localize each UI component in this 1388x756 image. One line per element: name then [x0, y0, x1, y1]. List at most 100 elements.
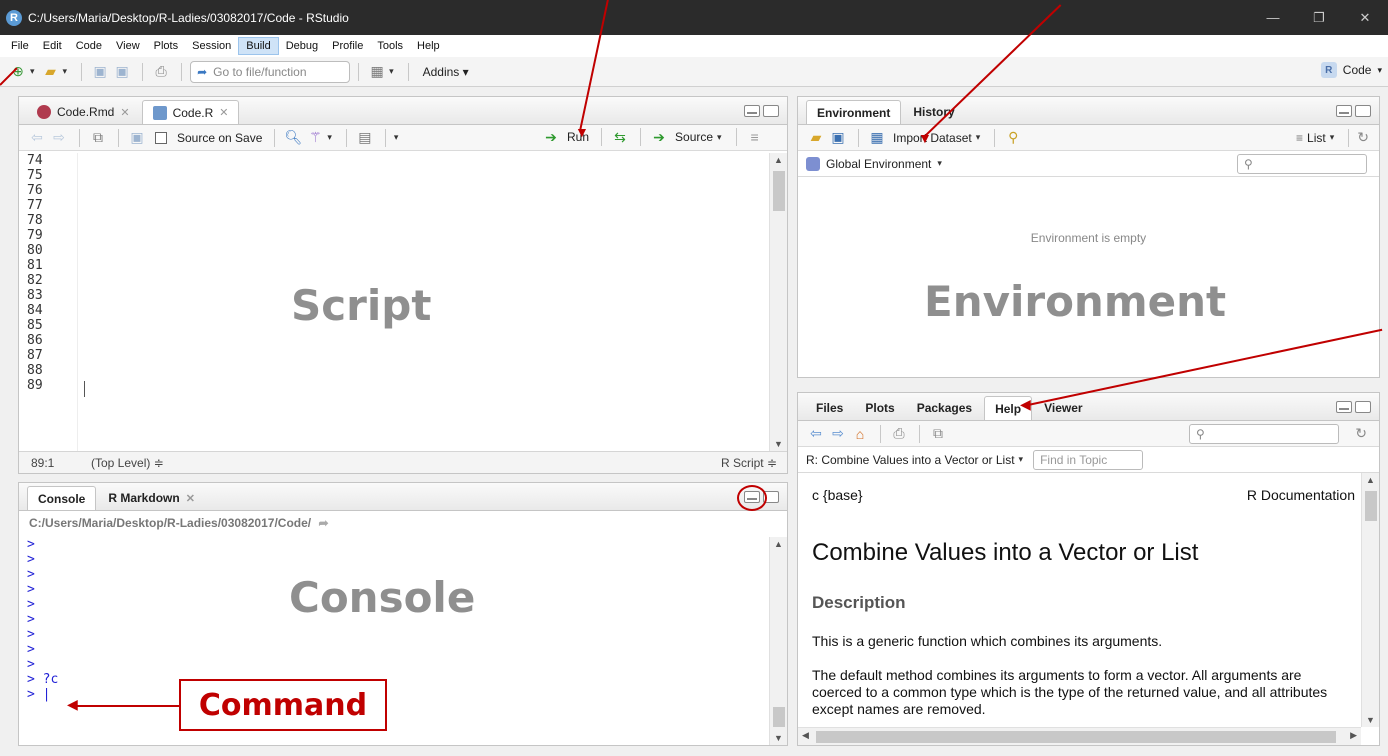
- scroll-left-icon[interactable]: ◀: [802, 730, 809, 741]
- chevron-down-icon[interactable]: ▾: [717, 132, 722, 143]
- close-icon[interactable]: ✕: [1342, 0, 1388, 35]
- scroll-up-icon[interactable]: ▲: [774, 155, 783, 165]
- environment-search-input[interactable]: ⚲: [1237, 153, 1367, 174]
- tab-code-r[interactable]: Code.R ✕: [141, 100, 240, 124]
- chevron-down-icon[interactable]: ▾: [937, 158, 942, 169]
- menu-help[interactable]: Help: [410, 38, 447, 54]
- chevron-down-icon[interactable]: ▾: [63, 66, 68, 77]
- goto-file-input[interactable]: ➦ Go to file/function: [190, 60, 351, 83]
- chevron-down-icon[interactable]: ▾: [389, 66, 394, 77]
- minimize-pane-icon[interactable]: [1336, 401, 1352, 413]
- menu-debug[interactable]: Debug: [279, 38, 325, 54]
- save-icon[interactable]: ▣: [127, 129, 147, 147]
- refresh-icon[interactable]: ↻: [1357, 129, 1369, 146]
- source-on-save-checkbox[interactable]: [155, 131, 167, 144]
- tab-viewer[interactable]: Viewer: [1034, 396, 1092, 420]
- scrollbar-thumb[interactable]: [1365, 491, 1377, 521]
- print-icon[interactable]: ⎙: [889, 425, 909, 443]
- scroll-right-icon[interactable]: ▶: [1350, 730, 1357, 741]
- scroll-down-icon[interactable]: ▼: [774, 439, 783, 449]
- chevron-down-icon[interactable]: ▾: [327, 132, 332, 143]
- maximize-pane-icon[interactable]: [763, 105, 779, 117]
- help-scrollbar[interactable]: ▲ ▼: [1361, 473, 1379, 727]
- save-workspace-icon[interactable]: ▣: [828, 129, 848, 147]
- maximize-pane-icon[interactable]: [1355, 105, 1371, 117]
- save-all-icon[interactable]: ▣: [112, 63, 132, 81]
- tab-console[interactable]: Console: [27, 486, 97, 510]
- clear-broom-icon[interactable]: ⚲: [1003, 129, 1023, 147]
- menu-edit[interactable]: Edit: [36, 38, 69, 54]
- back-icon[interactable]: ⇦: [806, 425, 826, 443]
- compile-report-icon[interactable]: ▤: [355, 129, 375, 147]
- scrollbar-thumb[interactable]: [773, 171, 785, 211]
- go-to-directory-icon[interactable]: ➦: [318, 516, 328, 530]
- load-workspace-icon[interactable]: ▰: [806, 129, 826, 147]
- editor-scrollbar[interactable]: ▲ ▼: [769, 153, 787, 451]
- tab-packages[interactable]: Packages: [907, 396, 982, 420]
- scroll-down-icon[interactable]: ▼: [1366, 715, 1375, 725]
- close-icon[interactable]: ✕: [120, 106, 129, 119]
- print-icon[interactable]: ⎙: [151, 63, 171, 81]
- scrollbar-thumb[interactable]: [773, 707, 785, 727]
- menu-session[interactable]: Session: [185, 38, 238, 54]
- minimize-pane-icon[interactable]: [744, 105, 760, 117]
- help-horizontal-scrollbar[interactable]: ◀ ▶: [798, 727, 1361, 745]
- project-menu-button[interactable]: R Code ▾: [1320, 62, 1382, 78]
- close-icon[interactable]: ✕: [186, 492, 195, 505]
- tab-environment[interactable]: Environment: [806, 100, 902, 124]
- chevron-down-icon[interactable]: ▾: [30, 66, 35, 77]
- source-button[interactable]: Source: [675, 130, 713, 144]
- search-icon[interactable]: 🔍︎: [283, 129, 303, 147]
- menu-profile[interactable]: Profile: [325, 38, 370, 54]
- console-input-line[interactable]: > |: [27, 687, 58, 702]
- save-icon[interactable]: ▣: [90, 63, 110, 81]
- scroll-up-icon[interactable]: ▲: [774, 539, 783, 549]
- help-search-input[interactable]: ⚲: [1189, 423, 1339, 444]
- scroll-down-icon[interactable]: ▼: [774, 733, 783, 743]
- topic-dropdown[interactable]: R: Combine Values into a Vector or List: [806, 453, 1015, 467]
- console-scrollbar[interactable]: ▲ ▼: [769, 537, 787, 745]
- outline-icon[interactable]: ≡: [745, 128, 765, 146]
- chevron-down-icon[interactable]: ▾: [1019, 454, 1024, 465]
- menu-plots[interactable]: Plots: [147, 38, 185, 54]
- menu-view[interactable]: View: [109, 38, 147, 54]
- menu-tools[interactable]: Tools: [370, 38, 410, 54]
- tab-plots[interactable]: Plots: [855, 396, 904, 420]
- chevron-down-icon[interactable]: ▾: [976, 132, 981, 143]
- tab-code-rmd[interactable]: Code.Rmd ✕: [27, 100, 140, 124]
- minimize-pane-icon[interactable]: [1336, 105, 1352, 117]
- restore-icon[interactable]: ❐: [1296, 0, 1342, 35]
- menu-build[interactable]: Build: [238, 37, 279, 55]
- scroll-up-icon[interactable]: ▲: [1366, 475, 1375, 485]
- magic-wand-icon[interactable]: ⚚: [305, 129, 325, 147]
- scope-selector[interactable]: (Top Level) ≑: [91, 456, 164, 470]
- forward-icon[interactable]: ⇨: [49, 129, 69, 147]
- show-in-window-icon[interactable]: ⧉: [88, 129, 108, 147]
- import-dataset-button[interactable]: Import Dataset: [893, 131, 972, 145]
- scrollbar-thumb[interactable]: [816, 731, 1336, 743]
- search-icon: ⚲: [1196, 426, 1205, 441]
- rerun-icon[interactable]: ⇆: [610, 128, 630, 146]
- find-in-topic-input[interactable]: Find in Topic: [1033, 449, 1144, 470]
- file-type-selector[interactable]: R Script ≑: [721, 456, 777, 470]
- chevron-down-icon[interactable]: ▾: [1330, 132, 1335, 143]
- scope-dropdown[interactable]: Global Environment: [826, 157, 931, 171]
- console-output[interactable]: > > > > > > > > > > ?c > |: [27, 537, 58, 702]
- home-icon[interactable]: ⌂: [850, 425, 870, 443]
- tab-r-markdown[interactable]: R Markdown ✕: [98, 486, 205, 510]
- back-icon[interactable]: ⇦: [27, 129, 47, 147]
- close-icon[interactable]: ✕: [219, 106, 228, 119]
- pane-layout-icon[interactable]: ▦: [367, 63, 387, 81]
- menu-file[interactable]: File: [4, 38, 36, 54]
- chevron-down-icon[interactable]: ▾: [394, 132, 399, 143]
- refresh-icon[interactable]: ↻: [1355, 425, 1367, 442]
- minimize-icon[interactable]: —: [1250, 0, 1296, 35]
- list-view-button[interactable]: List: [1307, 131, 1326, 145]
- addins-button[interactable]: Addins ▾: [423, 65, 469, 79]
- maximize-pane-icon[interactable]: [1355, 401, 1371, 413]
- tab-files[interactable]: Files: [806, 396, 853, 420]
- menu-code[interactable]: Code: [69, 38, 109, 54]
- open-project-icon[interactable]: ▰: [41, 63, 61, 81]
- show-in-window-icon[interactable]: ⧉: [928, 425, 948, 443]
- forward-icon[interactable]: ⇨: [828, 425, 848, 443]
